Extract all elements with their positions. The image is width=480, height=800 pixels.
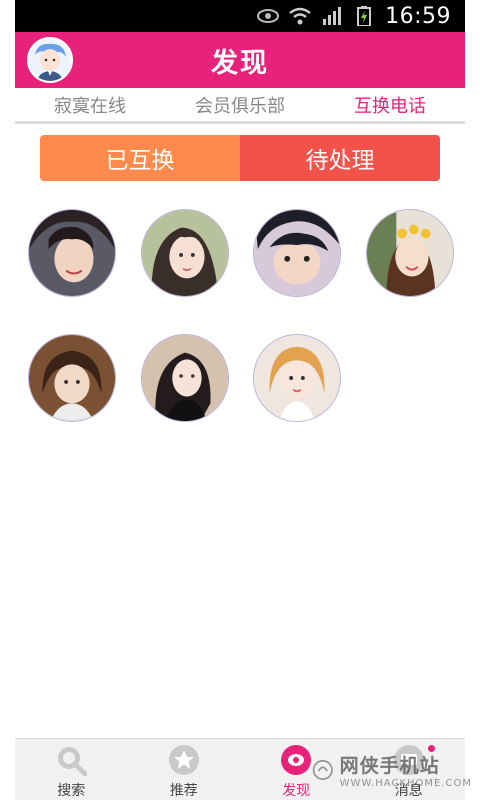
nav-recommend-label: 推荐 <box>169 783 198 799</box>
bottom-navigation: 搜索 推荐 发现 消息 <box>15 738 465 800</box>
segmented-control: 已互换 待处理 <box>40 135 440 181</box>
message-icon <box>392 743 426 777</box>
profile-photo-1[interactable] <box>28 209 116 297</box>
nav-discover[interactable]: 发现 <box>240 739 353 800</box>
eye-icon <box>257 6 280 26</box>
profile-photo-6[interactable] <box>141 334 229 422</box>
battery-charging-icon <box>353 6 375 26</box>
tab-lonely-online[interactable]: 寂寞在线 <box>15 88 165 121</box>
clock-time: 16:59 <box>385 3 451 29</box>
star-icon <box>167 743 201 777</box>
profile-photo-2[interactable] <box>141 209 229 297</box>
wifi-icon <box>289 6 311 26</box>
nav-search[interactable]: 搜索 <box>15 739 128 800</box>
profile-photo-5[interactable] <box>28 334 116 422</box>
page-title: 发现 <box>211 47 269 79</box>
app-screen: 16:59 发现 寂寞在线 会员俱乐部 互换电话 已互换 待处理 搜索 推荐 发… <box>0 0 480 800</box>
tab-exchange-phone[interactable]: 互换电话 <box>315 88 465 121</box>
exchanged-segment-button[interactable]: 已互换 <box>40 135 240 181</box>
discover-icon <box>279 743 313 777</box>
avatar-illustration-icon <box>29 39 71 81</box>
pending-segment-button[interactable]: 待处理 <box>240 135 440 181</box>
nav-discover-label: 发现 <box>282 783 311 799</box>
user-avatar[interactable] <box>27 37 73 83</box>
profile-photo-3[interactable] <box>253 209 341 297</box>
nav-messages-label: 消息 <box>394 783 423 799</box>
signal-icon <box>321 6 343 26</box>
search-icon <box>54 743 88 777</box>
top-tabs: 寂寞在线 会员俱乐部 互换电话 <box>15 88 465 124</box>
tab-member-club[interactable]: 会员俱乐部 <box>165 88 315 121</box>
nav-messages[interactable]: 消息 <box>353 739 466 800</box>
nav-search-label: 搜索 <box>57 783 86 799</box>
profile-photo-7[interactable] <box>253 334 341 422</box>
app-header: 发现 <box>15 32 465 88</box>
profile-photo-4[interactable] <box>366 209 454 297</box>
unread-dot <box>428 745 435 752</box>
status-bar: 16:59 <box>15 0 465 32</box>
nav-recommend[interactable]: 推荐 <box>128 739 241 800</box>
